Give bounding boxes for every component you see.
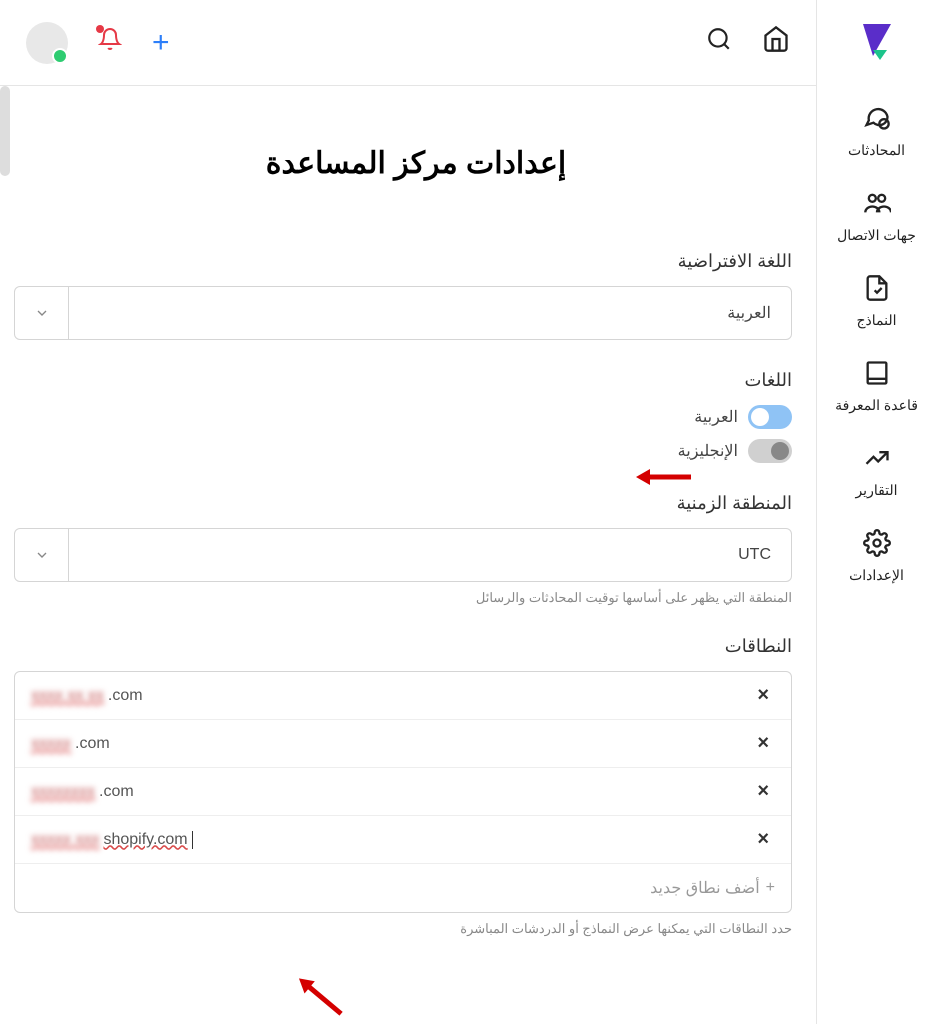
default-language-select[interactable]: العربية <box>14 286 792 340</box>
sidebar: المحادثات جهات الاتصال النماذج قاعدة الم… <box>816 0 936 1024</box>
chevron-down-icon <box>15 287 69 339</box>
search-icon[interactable] <box>706 26 732 59</box>
home-icon[interactable] <box>762 25 790 60</box>
main: + إعدادات مركز المساعدة اللغة الافتراضية… <box>0 0 816 1024</box>
knowledge-icon <box>863 359 891 391</box>
plus-icon: + <box>766 879 775 897</box>
domains-help: حدد النطاقات التي يمكنها عرض النماذج أو … <box>14 921 792 937</box>
sidebar-item-conversations[interactable]: المحادثات <box>817 92 936 177</box>
domains-field: النطاقات xxxx xx xx.com × xxxxx.com × xx… <box>14 636 792 937</box>
sidebar-item-reports[interactable]: التقارير <box>817 432 936 517</box>
domain-row: xxxxx.com × <box>15 720 791 768</box>
domain-text: xxxxxxxx.com <box>31 783 134 801</box>
nav-label: قاعدة المعرفة <box>835 397 918 414</box>
toggle-arabic[interactable] <box>748 405 792 429</box>
logo <box>855 18 899 62</box>
topbar: + <box>0 0 816 86</box>
domain-text: xxxxx xxxshopify.com <box>31 831 193 849</box>
domain-row: xxxxxxxx.com × <box>15 768 791 816</box>
language-arabic-row: العربية <box>14 405 792 429</box>
page-title: إعدادات مركز المساعدة <box>0 146 792 181</box>
add-domain-button[interactable]: + أضف نطاق جديد <box>15 864 791 912</box>
sidebar-item-contacts[interactable]: جهات الاتصال <box>817 177 936 262</box>
select-value: UTC <box>738 546 771 564</box>
nav-label: الإعدادات <box>849 567 904 584</box>
contacts-icon <box>863 189 891 221</box>
domains-label: النطاقات <box>14 636 792 657</box>
close-icon[interactable]: × <box>751 780 775 803</box>
timezone-select[interactable]: UTC <box>14 528 792 582</box>
nav-label: جهات الاتصال <box>837 227 916 244</box>
timezone-label: المنطقة الزمنية <box>14 493 792 514</box>
nav-label: النماذج <box>857 312 897 329</box>
domains-box: xxxx xx xx.com × xxxxx.com × xxxxxxxx.co… <box>14 671 792 913</box>
timezone-help: المنطقة التي يظهر على أساسها توقيت المحا… <box>14 590 792 606</box>
default-language-label: اللغة الافتراضية <box>14 251 792 272</box>
avatar[interactable] <box>26 22 68 64</box>
chat-icon <box>863 104 891 136</box>
close-icon[interactable]: × <box>751 828 775 851</box>
default-language-field: اللغة الافتراضية العربية <box>14 251 792 340</box>
languages-field: اللغات العربية الإنجليزية <box>14 370 792 463</box>
close-icon[interactable]: × <box>751 684 775 707</box>
timezone-field: المنطقة الزمنية UTC المنطقة التي يظهر عل… <box>14 493 792 606</box>
annotation-arrow-icon <box>287 968 354 1024</box>
forms-icon <box>863 274 891 306</box>
content: إعدادات مركز المساعدة اللغة الافتراضية ا… <box>0 86 816 1024</box>
domain-text: xxxxx.com <box>31 735 110 753</box>
domain-row: xxxx xx xx.com × <box>15 672 791 720</box>
sidebar-item-knowledge[interactable]: قاعدة المعرفة <box>817 347 936 432</box>
toggle-label: العربية <box>694 407 738 427</box>
domain-text: xxxx xx xx.com <box>31 687 143 705</box>
chevron-down-icon <box>15 529 69 581</box>
toggle-english[interactable] <box>748 439 792 463</box>
reports-icon <box>863 444 891 476</box>
domain-row: xxxxx xxxshopify.com × <box>15 816 791 864</box>
notification-icon[interactable] <box>98 27 122 58</box>
toggle-label: الإنجليزية <box>678 441 738 461</box>
add-icon[interactable]: + <box>152 26 170 60</box>
select-value: العربية <box>727 303 771 323</box>
sidebar-item-forms[interactable]: النماذج <box>817 262 936 347</box>
settings-icon <box>863 529 891 561</box>
add-domain-label: أضف نطاق جديد <box>650 878 760 898</box>
language-english-row: الإنجليزية <box>14 439 792 463</box>
languages-label: اللغات <box>14 370 792 391</box>
sidebar-item-settings[interactable]: الإعدادات <box>817 517 936 602</box>
nav-label: المحادثات <box>848 142 905 159</box>
nav-label: التقارير <box>855 482 897 499</box>
close-icon[interactable]: × <box>751 732 775 755</box>
